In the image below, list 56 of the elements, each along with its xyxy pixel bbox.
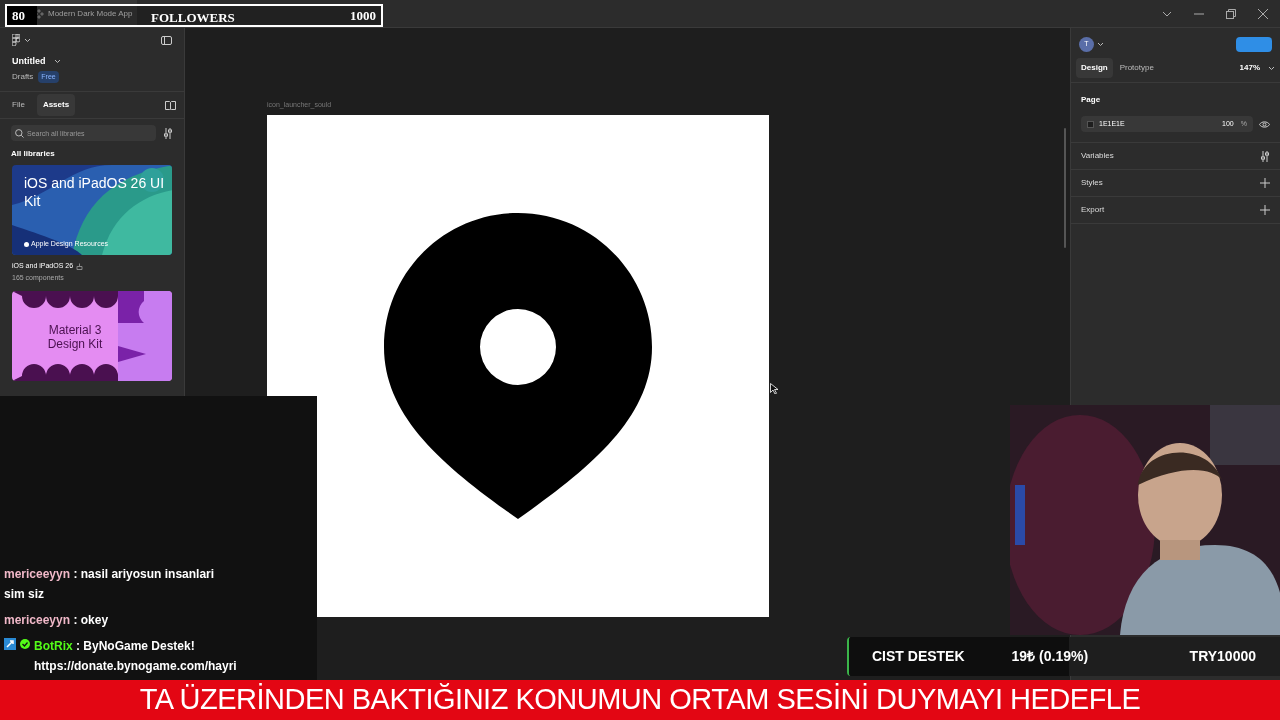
cursor-icon bbox=[770, 383, 778, 394]
panel-tab[interactable]: Design bbox=[1076, 58, 1113, 78]
chat-message: BotRix : ByNoGame Destek! https://donate.bynogame.com/hayri bbox=[34, 638, 238, 675]
figma-logo-icon[interactable] bbox=[12, 34, 20, 46]
scrollbar[interactable] bbox=[1064, 128, 1066, 248]
eye-icon[interactable] bbox=[1259, 120, 1270, 128]
chat-message: mericeeyyn : nasil ariyosun insanlari sim siz bbox=[4, 566, 216, 603]
section-title[interactable]: Export bbox=[1081, 204, 1105, 216]
chevron-down-icon[interactable] bbox=[1268, 65, 1275, 71]
chevron-down-icon[interactable] bbox=[1097, 41, 1104, 47]
add-icon[interactable] bbox=[1260, 205, 1270, 215]
donation-amount: 19₺ (0.19%) bbox=[1011, 647, 1089, 666]
close-icon[interactable] bbox=[1258, 8, 1268, 19]
chat-message: mericeeyyn : okey bbox=[4, 612, 110, 629]
section-title[interactable]: Variables bbox=[1081, 150, 1114, 162]
chat-username: BotRix bbox=[34, 639, 73, 653]
action-button[interactable] bbox=[1236, 36, 1272, 52]
color-swatch[interactable] bbox=[1087, 120, 1094, 128]
panel-tab[interactable]: Assets bbox=[36, 94, 76, 116]
donation-label: CIST DESTEK bbox=[872, 647, 965, 666]
library-icon bbox=[76, 262, 84, 270]
logo-icon bbox=[24, 241, 29, 248]
panel-tab[interactable]: Prototype bbox=[1114, 58, 1159, 78]
tab-title: Modern Dark Mode App bbox=[48, 7, 133, 20]
chevron-down-icon[interactable] bbox=[1162, 10, 1172, 17]
maximize-icon[interactable] bbox=[1226, 8, 1236, 19]
frame[interactable] bbox=[267, 115, 769, 617]
document-tab[interactable]: Modern Dark Mode App bbox=[30, 0, 137, 27]
donation-goal: TRY10000 bbox=[1189, 647, 1256, 666]
chat-username: mericeeyyn bbox=[4, 613, 71, 627]
goal-label: FOLLOWERS bbox=[151, 9, 235, 27]
goal-target: 1000 bbox=[350, 6, 376, 25]
sidebar-toggle-icon[interactable] bbox=[161, 35, 172, 45]
section-title[interactable]: Styles bbox=[1081, 177, 1103, 189]
chevron-down-icon[interactable] bbox=[24, 37, 31, 43]
adjust-icon[interactable] bbox=[1260, 150, 1270, 162]
ticker-text: TA ÜZERİNDEN BAKTIĞINIZ KONUMUN ORTAM SESİNİ DUYMAYI HEDEFLE bbox=[139, 682, 1141, 718]
panel-tab[interactable]: File bbox=[6, 94, 31, 116]
chevron-down-icon[interactable] bbox=[53, 59, 61, 65]
chat-username: mericeeyyn bbox=[4, 567, 71, 581]
zoom-level[interactable]: 147% bbox=[1239, 62, 1260, 74]
verified-icon bbox=[20, 639, 30, 649]
section-title: All libraries bbox=[10, 148, 56, 160]
book-icon[interactable] bbox=[165, 100, 176, 110]
follower-count: 80 bbox=[12, 6, 25, 25]
section-title: Page bbox=[1081, 94, 1102, 106]
location-pin-icon bbox=[384, 213, 652, 519]
card-title: iOS and iPadOS 26 UI Kit bbox=[24, 174, 166, 210]
search-icon bbox=[15, 129, 24, 138]
location-label: Drafts bbox=[12, 70, 34, 83]
library-card[interactable]: Material 3 Design Kit bbox=[12, 291, 172, 381]
file-name[interactable]: Untitled bbox=[12, 55, 46, 69]
add-icon[interactable] bbox=[1260, 178, 1270, 188]
card-title: Material 3 Design Kit bbox=[46, 323, 104, 351]
adjust-icon[interactable] bbox=[163, 127, 173, 139]
minimize-icon[interactable] bbox=[1194, 12, 1204, 15]
